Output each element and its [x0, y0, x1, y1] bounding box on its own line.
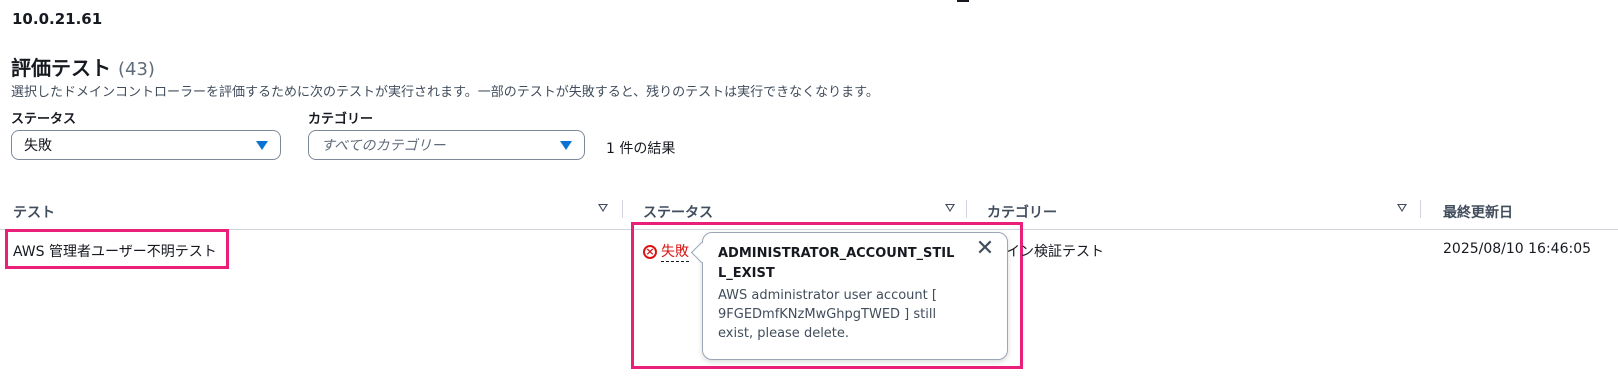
results-count: 1 件の結果 [606, 141, 676, 157]
category-filter-placeholder: すべてのカテゴリー [321, 138, 446, 154]
section-title: 評価テスト (43) [11, 52, 155, 81]
sort-icon[interactable] [1397, 204, 1407, 212]
column-header-status[interactable]: ステータス [643, 202, 713, 222]
section-title-text: 評価テスト [11, 56, 111, 80]
row-category: メイン検証テスト [992, 244, 1104, 260]
column-header-category[interactable]: カテゴリー [987, 202, 1057, 222]
column-divider[interactable] [622, 200, 623, 218]
column-divider[interactable] [966, 200, 967, 218]
status-filter-select[interactable]: 失敗 [11, 130, 281, 160]
column-header-test[interactable]: テスト [13, 202, 55, 222]
status-filter-value: 失敗 [24, 138, 52, 154]
row-updated: 2025/08/10 16:46:05 [1443, 241, 1592, 257]
category-filter-select[interactable]: すべてのカテゴリー [308, 130, 585, 160]
domain-controller-ip: 10.0.21.61 [12, 10, 103, 28]
category-filter-label: カテゴリー [308, 112, 374, 127]
test-count: (43) [117, 59, 155, 80]
sort-icon[interactable] [598, 204, 608, 212]
popover-title: ADMINISTRATOR_ACCOUNT_STILL_EXIST [718, 246, 955, 281]
caret-down-icon [560, 141, 572, 150]
row-status-text[interactable]: 失敗 [661, 241, 689, 262]
sort-icon[interactable] [945, 204, 955, 212]
row-test-name: AWS 管理者ユーザー不明テスト [13, 244, 217, 260]
section-description: 選択したドメインコントローラーを評価するために次のテストが実行されます。一部のテ… [11, 85, 879, 100]
row-status[interactable]: × 失敗 [643, 241, 689, 262]
status-filter-label: ステータス [11, 112, 77, 127]
caret-down-icon [256, 141, 268, 150]
column-divider[interactable] [1420, 200, 1421, 218]
column-header-updated[interactable]: 最終更新日 [1443, 202, 1513, 222]
top-fragment [957, 0, 969, 2]
error-circle-icon: × [643, 244, 657, 259]
close-icon[interactable]: ✕ [973, 236, 997, 261]
popover-body: AWS administrator user account [ 9FGEDmf… [718, 288, 937, 341]
